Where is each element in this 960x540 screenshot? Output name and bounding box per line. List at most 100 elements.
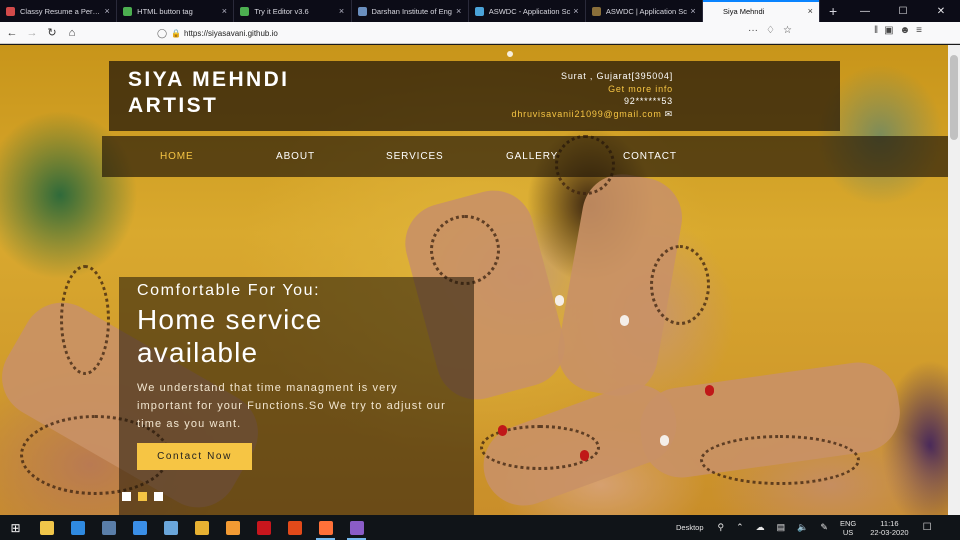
- onedrive-icon[interactable]: ☁: [756, 522, 765, 533]
- language-code[interactable]: ENG: [840, 519, 856, 528]
- lock-icon[interactable]: 🔒: [170, 29, 182, 38]
- sublime-icon[interactable]: [217, 515, 248, 540]
- app-tile: [225, 520, 240, 535]
- brand-line-1[interactable]: SIYA MEHNDI: [128, 67, 289, 93]
- scrollbar-thumb[interactable]: [950, 55, 958, 140]
- forward-arrow-icon[interactable]: →: [22, 23, 42, 43]
- tab-close-icon[interactable]: ×: [805, 6, 815, 16]
- reload-icon[interactable]: ↻: [42, 23, 62, 43]
- chrome-icon[interactable]: [186, 515, 217, 540]
- carousel-indicator[interactable]: [507, 51, 513, 57]
- nav-item-home[interactable]: HOME: [160, 151, 194, 162]
- get-more-info-link[interactable]: Get more info: [512, 83, 673, 96]
- home-icon[interactable]: ⌂: [62, 23, 82, 43]
- windows-start-icon[interactable]: ⊞: [0, 515, 31, 540]
- people-icon[interactable]: ⚲: [718, 522, 725, 533]
- hero-description: We understand that time managment is ver…: [137, 382, 446, 430]
- henna-pattern: [700, 435, 860, 485]
- site-header: SIYA MEHNDI ARTIST Surat , Gujarat[39500…: [109, 61, 840, 131]
- github-icon[interactable]: [341, 515, 372, 540]
- volume-icon[interactable]: 🔈: [797, 522, 808, 533]
- network-icon[interactable]: ▤: [777, 522, 786, 533]
- tab-title[interactable]: Siya Mehndi: [723, 7, 805, 16]
- browser-tab[interactable]: Try it Editor v3.6 ×: [234, 0, 352, 22]
- nav-item-about[interactable]: ABOUT: [276, 151, 315, 162]
- tab-title[interactable]: Try it Editor v3.6: [254, 7, 336, 16]
- sidebar-icon[interactable]: ▣: [884, 25, 893, 36]
- clock-time[interactable]: 11:16: [870, 519, 908, 528]
- shield-icon[interactable]: ◯: [154, 28, 170, 39]
- desktop-toolbar[interactable]: Desktop: [676, 523, 704, 532]
- tab-title[interactable]: ASWDC - Application Sc: [489, 7, 571, 16]
- nav-item-gallery[interactable]: GALLERY: [506, 151, 558, 162]
- notification-icon[interactable]: ☐: [923, 522, 932, 533]
- chevron-up-icon[interactable]: ⌃: [736, 522, 744, 533]
- browser-tab[interactable]: HTML button tag ×: [117, 0, 235, 22]
- site-logo[interactable]: SIYA MEHNDI ARTIST: [128, 67, 289, 119]
- language-indicator[interactable]: ENG US: [840, 519, 856, 537]
- library-icon[interactable]: ‖: [874, 25, 878, 36]
- maximize-button[interactable]: ☐: [884, 0, 922, 22]
- netflix-icon[interactable]: [248, 515, 279, 540]
- email-text[interactable]: dhruvisavanii21099@gmail.com: [512, 109, 662, 119]
- language-region[interactable]: US: [840, 528, 856, 537]
- office-icon[interactable]: [279, 515, 310, 540]
- henna-pattern: [60, 265, 110, 375]
- new-tab-button[interactable]: +: [820, 0, 846, 22]
- clock[interactable]: 11:16 22-03-2020: [870, 519, 908, 537]
- browser-tab[interactable]: Darshan Institute of Eng ×: [352, 0, 469, 22]
- url-text[interactable]: https://siyasavani.github.io: [184, 29, 278, 38]
- envelope-icon: ✉: [664, 108, 673, 119]
- nail-decoration: [705, 385, 714, 396]
- carousel-dot-3[interactable]: [154, 492, 163, 501]
- tab-title[interactable]: HTML button tag: [137, 7, 219, 16]
- store-icon[interactable]: [93, 515, 124, 540]
- hero-title-line-2: available: [137, 337, 259, 368]
- hero-subtitle: Comfortable For You:: [137, 282, 321, 299]
- page-scrollbar[interactable]: [948, 45, 960, 515]
- menu-icon[interactable]: ≡: [916, 25, 922, 36]
- email-link[interactable]: dhruvisavanii21099@gmail.com ✉: [512, 108, 673, 121]
- tab-close-icon[interactable]: ×: [688, 6, 698, 16]
- tab-title[interactable]: ASWDC | Application Sc: [606, 7, 688, 16]
- back-arrow-icon[interactable]: ←: [2, 23, 22, 43]
- browser-tab[interactable]: Siya Mehndi ×: [703, 0, 821, 22]
- tab-close-icon[interactable]: ×: [102, 6, 112, 16]
- page-actions-icon[interactable]: ···: [748, 25, 758, 36]
- browser-tab[interactable]: ASWDC - Application Sc ×: [469, 0, 586, 22]
- edge-icon[interactable]: [62, 515, 93, 540]
- file-explorer-icon[interactable]: [31, 515, 62, 540]
- pocket-icon[interactable]: ♢: [766, 25, 775, 36]
- tab-close-icon[interactable]: ×: [337, 6, 347, 16]
- minimize-button[interactable]: —: [846, 0, 884, 22]
- tab-title[interactable]: Darshan Institute of Eng: [372, 7, 454, 16]
- tab-close-icon[interactable]: ×: [454, 6, 464, 16]
- browser-tab[interactable]: ASWDC | Application Sc ×: [586, 0, 704, 22]
- tab-title[interactable]: Classy Resume a Person: [20, 7, 102, 16]
- firefox-icon[interactable]: [310, 515, 341, 540]
- browser-tab[interactable]: Classy Resume a Person ×: [0, 0, 118, 22]
- clock-date[interactable]: 22-03-2020: [870, 528, 908, 537]
- address-bar[interactable]: ◯ 🔒 https://siyasavani.github.io: [154, 24, 804, 42]
- tab-favicon-icon: [6, 6, 15, 16]
- nav-item-services[interactable]: SERVICES: [386, 151, 444, 162]
- bookmark-star-icon[interactable]: ☆: [783, 25, 792, 36]
- nail-decoration: [580, 450, 589, 461]
- carousel-dot-1[interactable]: [122, 492, 131, 501]
- account-icon[interactable]: ☻: [900, 25, 911, 36]
- mail-icon[interactable]: [124, 515, 155, 540]
- tab-close-icon[interactable]: ×: [219, 6, 229, 16]
- henna-pattern: [650, 245, 710, 325]
- tab-close-icon[interactable]: ×: [571, 6, 581, 16]
- carousel-dot-2[interactable]: [138, 492, 147, 501]
- close-window-button[interactable]: ✕: [922, 0, 960, 22]
- tab-favicon-icon: [591, 6, 601, 16]
- contact-now-button[interactable]: Contact Now: [137, 443, 252, 470]
- pen-icon[interactable]: ✎: [820, 522, 828, 533]
- nav-item-contact[interactable]: CONTACT: [623, 151, 677, 162]
- tab-favicon-icon: [357, 6, 367, 16]
- brand-line-2[interactable]: ARTIST: [128, 93, 289, 119]
- hero-title: Home service available: [137, 303, 457, 369]
- app-tile: [256, 520, 271, 535]
- contacts-icon[interactable]: [155, 515, 186, 540]
